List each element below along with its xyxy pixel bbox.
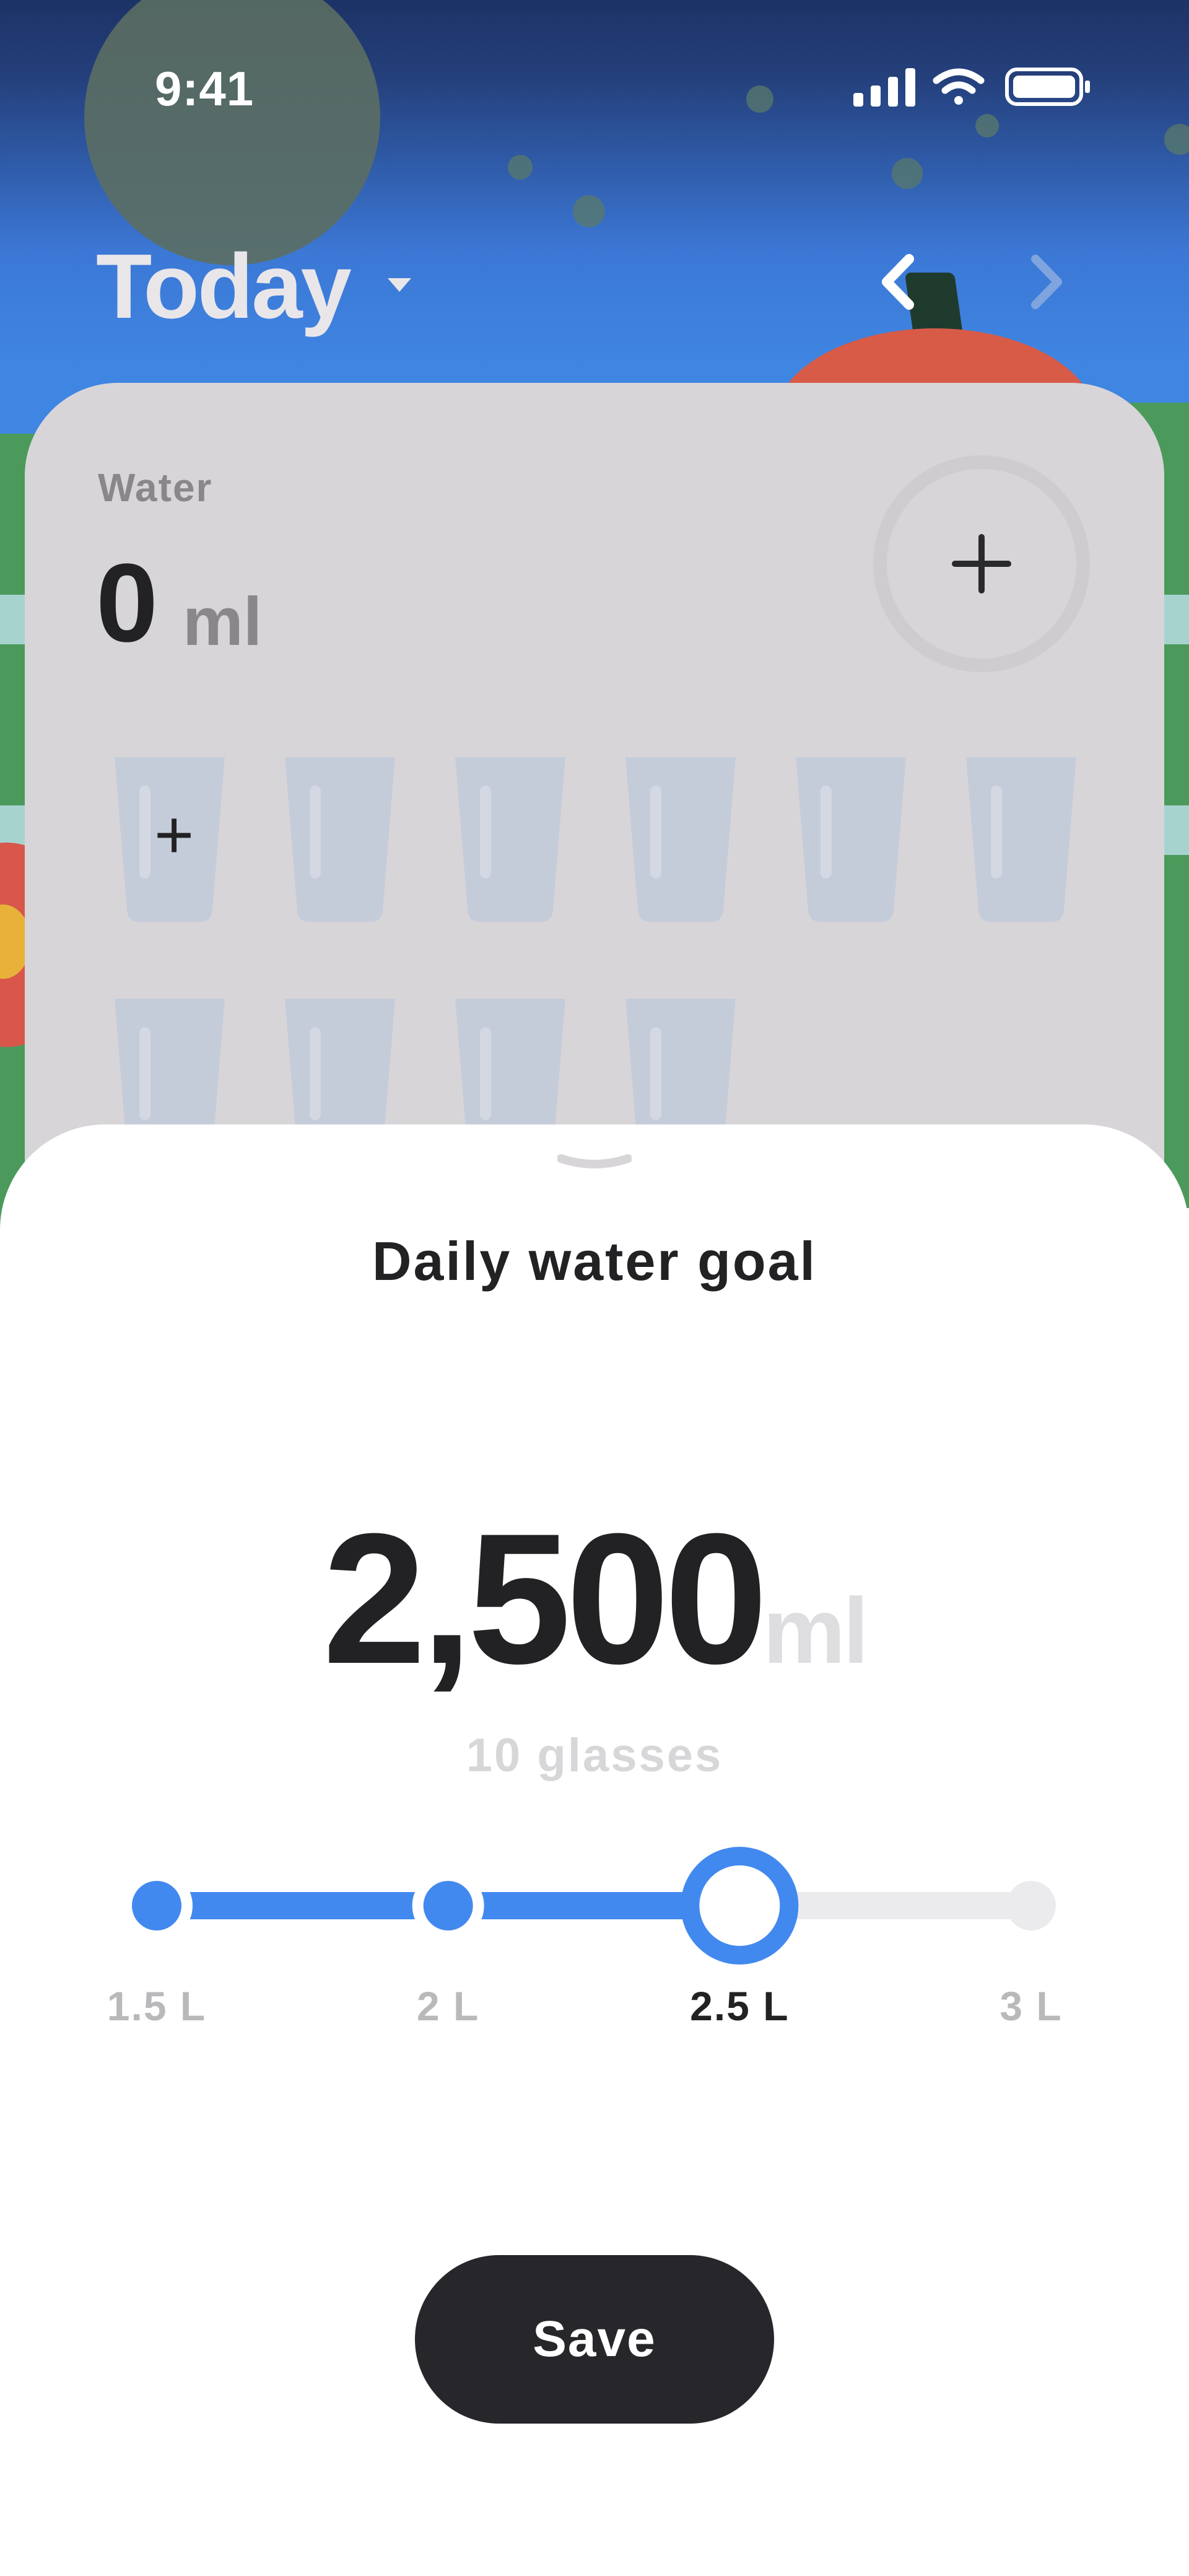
water-label: Water: [98, 465, 213, 510]
sheet-title: Daily water goal: [372, 1230, 817, 1292]
goal-slider[interactable]: [118, 1846, 1084, 1970]
slider-thumb[interactable]: [681, 1847, 799, 1965]
goal-value: 2,500: [323, 1494, 768, 1702]
slider-option-label[interactable]: 2 L: [417, 1982, 479, 2030]
background-dot: [892, 158, 923, 189]
glass-item[interactable]: [621, 755, 741, 925]
slider-stop: [423, 1881, 473, 1930]
add-water-button[interactable]: [873, 455, 1090, 672]
save-button[interactable]: Save: [415, 2255, 774, 2424]
status-time: 9:41: [155, 61, 255, 116]
slider-option-label[interactable]: 2.5 L: [690, 1982, 789, 2030]
signal-icon: [853, 68, 915, 107]
water-value: 0: [96, 541, 159, 665]
plus-icon: +: [154, 797, 194, 873]
chevron-left-icon[interactable]: [873, 248, 923, 316]
screen: 9:41 Today Water 0 ml + Daily water goal…: [0, 0, 1189, 2576]
caret-down-icon[interactable]: [384, 276, 415, 294]
glass-item[interactable]: [280, 755, 400, 925]
plus-icon: [952, 534, 1011, 594]
battery-icon: [1005, 68, 1090, 106]
background-dot: [746, 85, 773, 113]
slider-stop: [1006, 1881, 1056, 1930]
wifi-icon: [933, 68, 985, 105]
chevron-right-icon[interactable]: [1022, 248, 1071, 316]
glass-item[interactable]: [791, 755, 911, 925]
goal-unit: ml: [762, 1579, 869, 1683]
sheet-grabber[interactable]: [557, 1154, 632, 1172]
goal-slider-svg[interactable]: [118, 1846, 1084, 1970]
water-unit: ml: [183, 584, 263, 660]
slider-option-label[interactable]: 3 L: [1000, 1982, 1062, 2030]
goal-display: 2,500ml: [0, 1505, 1189, 1691]
glass-item[interactable]: [961, 755, 1081, 925]
status-icons-svg: [853, 68, 1090, 107]
glasses-count: 10 glasses: [466, 1729, 723, 1782]
status-icons: [848, 62, 1096, 112]
background-dot: [508, 155, 533, 180]
slider-option-label[interactable]: 1.5 L: [107, 1982, 206, 2030]
background-dot: [975, 114, 999, 138]
page-title[interactable]: Today: [96, 234, 352, 340]
background-dot: [573, 195, 605, 227]
glass-item[interactable]: [450, 755, 570, 925]
slider-stop: [132, 1881, 181, 1930]
